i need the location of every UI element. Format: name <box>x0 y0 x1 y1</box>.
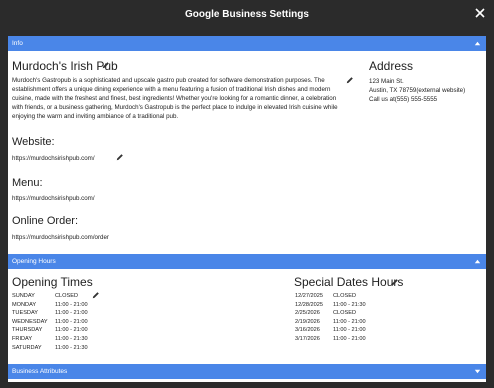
window-title: Google Business Settings <box>185 8 309 20</box>
hours-day: FRIDAY <box>12 335 33 342</box>
title-bar: Google Business Settings <box>0 0 494 28</box>
address-line: Call us at(555) 555-5555 <box>369 96 438 103</box>
menu-heading: Menu: <box>12 177 43 189</box>
special-date-row: 3/17/2026 11:00 - 21:00 <box>295 335 366 344</box>
opening-times-list: SUNDAY CLOSED MONDAY 11:00 - 21:00 TUESDAY… <box>12 292 88 352</box>
hours-row: WEDNESDAY 11:00 - 21:00 <box>12 318 88 327</box>
hours-time: CLOSED <box>55 293 79 299</box>
website-heading: Website: <box>12 136 55 148</box>
menu-url[interactable]: https://murdochsirishpub.com/ <box>12 195 95 202</box>
hours-row: SATURDAY 11:00 - 21:30 <box>12 344 88 353</box>
special-time: 11:00 - 21:00 <box>333 335 366 342</box>
chevron-down-icon[interactable] <box>473 367 482 376</box>
special-date: 2/19/2026 <box>295 318 320 325</box>
website-url[interactable]: https://murdochsirishpub.com/ <box>12 155 95 162</box>
special-date: 12/28/2025 <box>295 301 323 308</box>
special-date-row: 12/27/2025 CLOSED <box>295 292 366 301</box>
section-header-info[interactable]: Info <box>8 36 486 51</box>
hours-time: 11:00 - 21:30 <box>55 344 88 351</box>
special-time: 11:00 - 21:00 <box>333 327 366 334</box>
hours-time: 11:00 - 21:30 <box>55 335 88 342</box>
section-title-opening-hours: Opening Hours <box>12 258 56 265</box>
special-date-row: 2/19/2026 11:00 - 21:00 <box>295 318 366 327</box>
special-date: 3/16/2026 <box>295 327 320 334</box>
special-time: CLOSED <box>333 310 357 317</box>
hours-time: 11:00 - 21:00 <box>55 327 88 334</box>
address-line: 123 Main St. <box>369 78 404 85</box>
hours-time: 11:00 - 21:00 <box>55 318 88 325</box>
pencil-icon[interactable] <box>116 153 124 161</box>
special-date-row: 2/25/2026 CLOSED <box>295 309 366 318</box>
close-icon[interactable] <box>474 7 486 19</box>
opening-times-heading: Opening Times <box>12 275 93 289</box>
special-date-row: 3/16/2026 11:00 - 21:00 <box>295 326 366 335</box>
section-title-info: Info <box>12 40 23 47</box>
special-date: 2/25/2026 <box>295 310 320 317</box>
hours-row: THURSDAY 11:00 - 21:00 <box>12 326 88 335</box>
online-order-heading: Online Order: <box>12 215 79 227</box>
special-dates-list: 12/27/2025 CLOSED 12/28/2025 11:00 - 21:30… <box>295 292 366 344</box>
special-date: 12/27/2025 <box>295 293 323 299</box>
hours-day: WEDNESDAY <box>12 318 48 325</box>
chevron-up-icon[interactable] <box>473 39 482 48</box>
pencil-icon[interactable] <box>346 76 354 84</box>
pencil-icon[interactable] <box>102 61 110 69</box>
special-time: CLOSED <box>333 293 357 299</box>
special-date: 3/17/2026 <box>295 335 320 342</box>
hours-time: 11:00 - 21:00 <box>55 301 88 308</box>
online-order-url[interactable]: https://murdochsirishpub.com/order <box>12 234 109 241</box>
hours-time: 11:00 - 21:00 <box>55 310 88 317</box>
business-description: Murdoch's Gastropub is a sophisticated a… <box>12 77 338 120</box>
hours-row: SUNDAY CLOSED <box>12 292 88 301</box>
hours-day: SUNDAY <box>12 293 35 299</box>
section-title-business-attributes: Business Attributes <box>12 368 68 375</box>
hours-row: MONDAY 11:00 - 21:00 <box>12 301 88 310</box>
hours-day: TUESDAY <box>12 310 39 317</box>
special-date-row: 12/28/2025 11:00 - 21:30 <box>295 301 366 310</box>
hours-day: MONDAY <box>12 301 37 308</box>
special-time: 11:00 - 21:30 <box>333 301 366 308</box>
pencil-icon[interactable] <box>92 291 100 299</box>
address-block: 123 Main St. Austin, TX 78759(external w… <box>369 77 465 104</box>
settings-panel: Info Murdoch's Irish Pub Murdoch's Gastr… <box>8 36 486 382</box>
chevron-up-icon[interactable] <box>473 257 482 266</box>
hours-day: THURSDAY <box>12 327 43 334</box>
section-header-opening-hours[interactable]: Opening Hours <box>8 254 486 269</box>
special-dates-heading: Special Dates Hours <box>294 275 404 289</box>
address-line: Austin, TX 78759(external website) <box>369 87 466 94</box>
address-heading: Address <box>369 59 414 73</box>
section-header-business-attributes[interactable]: Business Attributes <box>8 364 486 379</box>
pencil-icon[interactable] <box>391 278 399 286</box>
hours-day: SATURDAY <box>12 344 42 351</box>
hours-row: TUESDAY 11:00 - 21:00 <box>12 309 88 318</box>
hours-row: FRIDAY 11:00 - 21:30 <box>12 335 88 344</box>
special-time: 11:00 - 21:00 <box>333 318 366 325</box>
